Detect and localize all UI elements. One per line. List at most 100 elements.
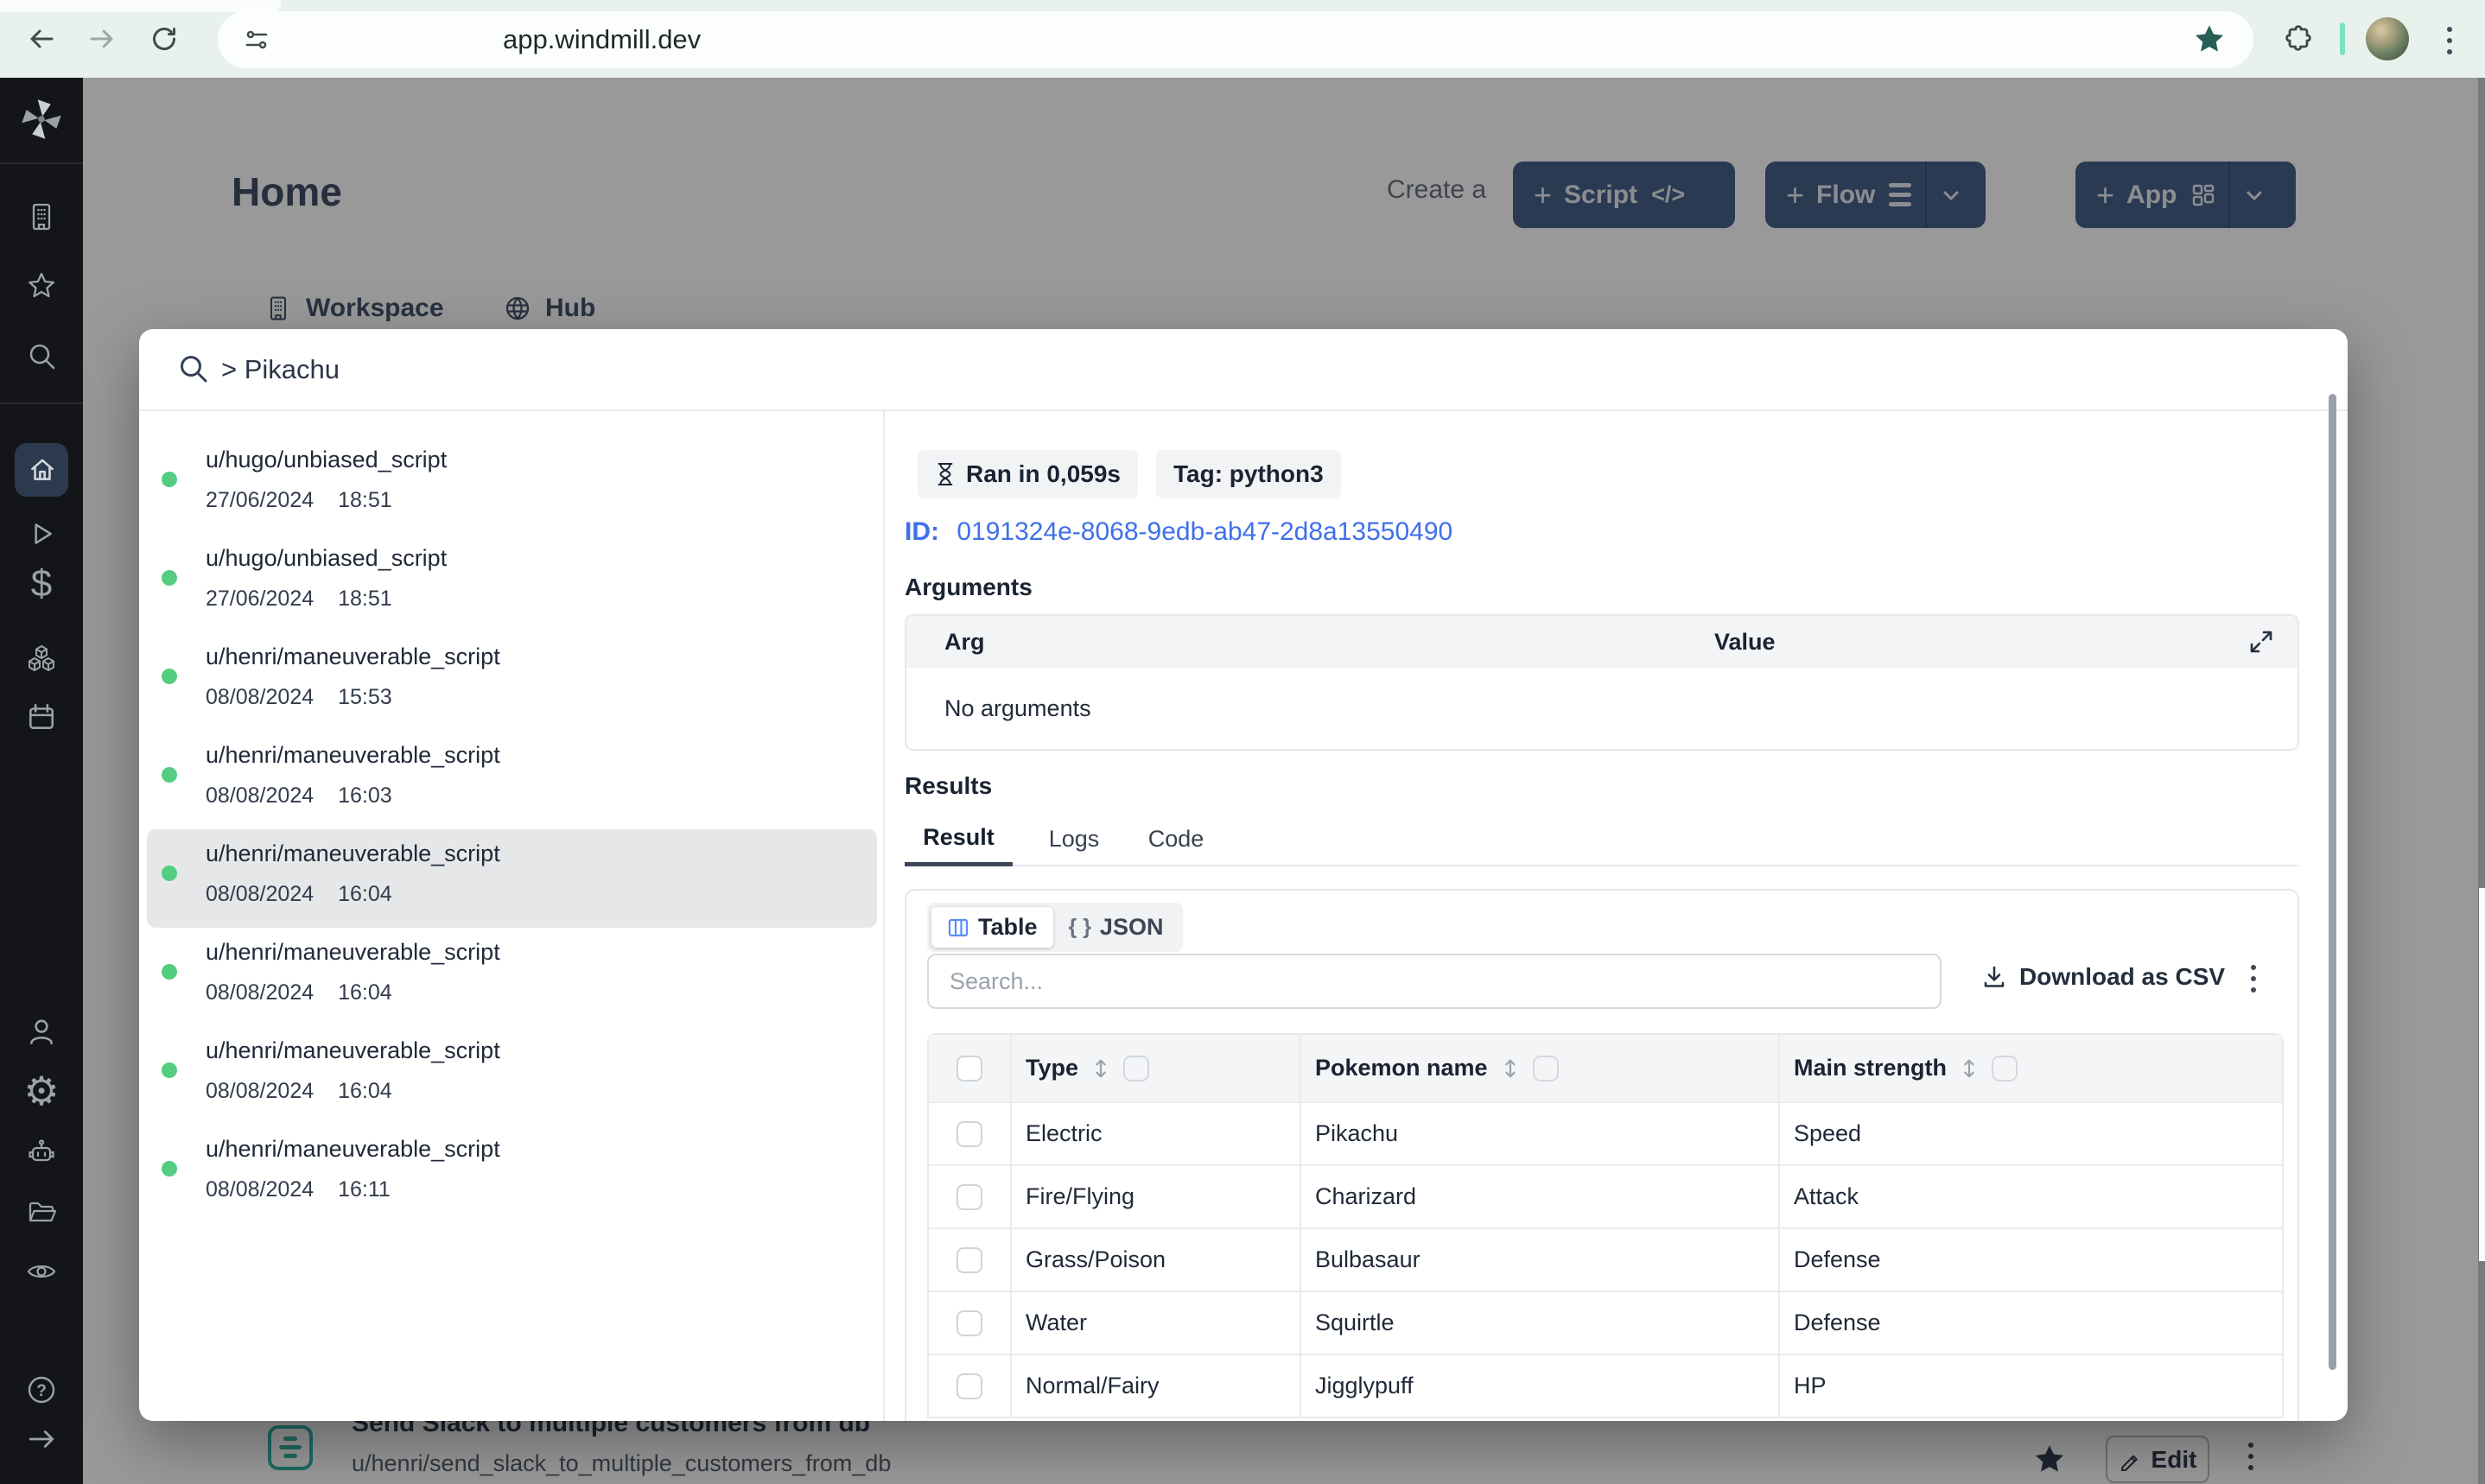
- run-title: u/hugo/unbiased_script: [206, 447, 448, 472]
- row-checkbox[interactable]: [957, 1373, 982, 1399]
- sidebar-item-runs[interactable]: [26, 518, 57, 549]
- site-settings-icon[interactable]: [244, 27, 270, 53]
- result-table-menu-icon[interactable]: [2251, 965, 2256, 993]
- column-label: Type: [1026, 1055, 1079, 1081]
- sidebar-item-settings[interactable]: ⚙: [0, 1069, 83, 1113]
- sidebar-item-variables[interactable]: $: [0, 563, 83, 605]
- success-status-dot: [162, 1161, 177, 1176]
- sidebar-item-favorites[interactable]: [26, 270, 57, 301]
- sidebar-item-audit-logs[interactable]: [26, 1256, 57, 1287]
- run-datetime: 27/06/2024 18:51: [206, 488, 392, 512]
- column-filter-checkbox[interactable]: [1992, 1055, 2018, 1081]
- modal-search-input[interactable]: > Pikachu: [221, 329, 340, 409]
- run-list-item[interactable]: u/hugo/unbiased_script 27/06/2024 18:51: [147, 534, 877, 632]
- url-text[interactable]: app.windmill.dev: [503, 11, 701, 68]
- select-all-checkbox[interactable]: [957, 1055, 982, 1081]
- sidebar-item-schedules[interactable]: [26, 701, 57, 732]
- run-list-item[interactable]: u/henri/maneuverable_script 08/08/2024 16…: [147, 1125, 877, 1223]
- row-checkbox[interactable]: [957, 1310, 982, 1336]
- row-checkbox[interactable]: [957, 1246, 982, 1273]
- expand-icon[interactable]: [2247, 628, 2275, 656]
- windmill-logo-icon[interactable]: [19, 97, 64, 142]
- no-arguments-label: No arguments: [944, 694, 1091, 721]
- sidebar-item-folders[interactable]: [26, 1195, 57, 1227]
- run-list-item-selected[interactable]: u/henri/maneuverable_script 08/08/2024 16…: [147, 829, 877, 928]
- hourglass-icon: [937, 462, 953, 486]
- cell-main-strength: Defense: [1778, 1227, 2282, 1291]
- address-bar[interactable]: app.windmill.dev: [218, 11, 2253, 68]
- reload-icon[interactable]: [149, 23, 180, 54]
- sidebar-item-home[interactable]: [27, 454, 58, 485]
- row-checkbox-cell: [929, 1227, 1010, 1291]
- row-checkbox[interactable]: [957, 1183, 982, 1210]
- bookmark-star-icon[interactable]: [2192, 22, 2227, 57]
- sidebar: $ ⚙ ?: [0, 78, 83, 1484]
- job-id: ID: 0191324e-8068-9edb-ab47-2d8a13550490: [905, 516, 1452, 549]
- expand-sidebar-icon[interactable]: [26, 1424, 57, 1455]
- back-icon[interactable]: [26, 23, 57, 54]
- duration-badge: Ran in 0,059s: [918, 450, 1138, 498]
- sort-icon[interactable]: [1959, 1057, 1980, 1080]
- help-icon[interactable]: ?: [26, 1374, 57, 1405]
- sidebar-item-search[interactable]: [26, 340, 57, 371]
- sidebar-item-workers[interactable]: [26, 1136, 57, 1167]
- cell-pokemon-name: Bulbasaur: [1300, 1227, 1778, 1291]
- run-title: u/henri/maneuverable_script: [206, 840, 500, 866]
- tab-logs[interactable]: Logs: [1049, 813, 1100, 865]
- run-title: u/henri/maneuverable_script: [206, 644, 500, 669]
- result-search-input[interactable]: [927, 954, 1942, 1009]
- arguments-table: Arg Value No arguments: [905, 614, 2299, 751]
- extensions-icon[interactable]: [2278, 22, 2313, 56]
- job-id-link[interactable]: 0191324e-8068-9edb-ab47-2d8a13550490: [957, 517, 1452, 546]
- column-label: Pokemon name: [1315, 1055, 1488, 1081]
- success-status-dot: [162, 767, 177, 783]
- column-header-pokemon-name[interactable]: Pokemon name: [1300, 1035, 1778, 1101]
- active-browser-tab[interactable]: [0, 0, 281, 12]
- run-list-item[interactable]: u/henri/maneuverable_script 08/08/2024 16…: [147, 928, 877, 1026]
- tag-badge: Tag: python3: [1156, 450, 1341, 498]
- run-list-item[interactable]: u/hugo/unbiased_script 27/06/2024 18:51: [147, 435, 877, 534]
- view-toggle-json[interactable]: { } JSON: [1053, 907, 1179, 948]
- duration-badge-label: Ran in 0,059s: [966, 460, 1121, 487]
- tab-result[interactable]: Result: [905, 813, 1013, 866]
- tag-badge-label: Tag: python3: [1173, 460, 1324, 487]
- view-toggle-table[interactable]: Table: [931, 907, 1053, 948]
- detail-scrollbar[interactable]: [2329, 394, 2336, 1370]
- cell-pokemon-name: Pikachu: [1300, 1101, 1778, 1164]
- avatar[interactable]: [2366, 17, 2409, 60]
- download-csv-button[interactable]: Download as CSV: [1981, 963, 2225, 991]
- run-list-item[interactable]: u/henri/maneuverable_script 08/08/2024 16…: [147, 731, 877, 829]
- cell-main-strength: Attack: [1778, 1164, 2282, 1227]
- cell-pokemon-name: Jigglypuff: [1300, 1354, 1778, 1417]
- select-all-checkbox-cell: [929, 1035, 1010, 1101]
- column-filter-checkbox[interactable]: [1532, 1055, 1559, 1081]
- column-header-main-strength[interactable]: Main strength: [1778, 1035, 2282, 1101]
- run-datetime: 08/08/2024 16:04: [206, 882, 392, 906]
- tab-code[interactable]: Code: [1147, 813, 1204, 865]
- forward-icon[interactable]: [86, 23, 118, 54]
- browser-chrome: app.windmill.dev: [0, 0, 2485, 78]
- run-list-item[interactable]: u/henri/maneuverable_script 08/08/2024 15…: [147, 632, 877, 731]
- sort-icon[interactable]: [1500, 1057, 1521, 1080]
- browser-menu-icon[interactable]: [2447, 27, 2452, 54]
- cell-type: Fire/Flying: [1010, 1164, 1300, 1227]
- browser-scrollbar-thumb[interactable]: [2479, 888, 2485, 1261]
- svg-text:?: ?: [36, 1382, 47, 1400]
- divider: [0, 162, 83, 164]
- column-filter-checkbox[interactable]: [1123, 1055, 1150, 1081]
- run-list-item[interactable]: u/henri/maneuverable_script 08/08/2024 16…: [147, 1026, 877, 1125]
- column-header-type[interactable]: Type: [1010, 1035, 1300, 1101]
- success-status-dot: [162, 570, 177, 586]
- value-column-header: Value: [1714, 628, 1776, 655]
- sort-icon[interactable]: [1090, 1057, 1111, 1080]
- sidebar-item-users[interactable]: [26, 1016, 57, 1047]
- sidebar-item-workspace[interactable]: [26, 201, 57, 232]
- success-status-dot: [162, 669, 177, 684]
- arg-column-header: Arg: [944, 628, 985, 655]
- success-status-dot: [162, 866, 177, 881]
- row-checkbox[interactable]: [957, 1120, 982, 1147]
- run-title: u/henri/maneuverable_script: [206, 1136, 500, 1162]
- run-title: u/hugo/unbiased_script: [206, 545, 448, 571]
- table-icon: [948, 918, 969, 936]
- sidebar-item-resources[interactable]: [26, 643, 57, 674]
